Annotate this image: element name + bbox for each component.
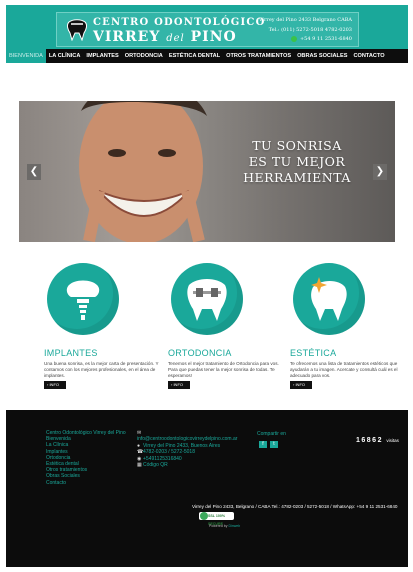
footer-links: Centro Odontológico Virrey del Pino Bien… [46,430,126,486]
feature-text: Una buena sonrisa, es la mejor carta de … [44,361,159,378]
caption-line-2: ES TU MEJOR [248,154,346,169]
header-whatsapp[interactable]: +54 9 11 2531-6840 [259,35,352,45]
header-phones: Tel.: (011) 5272-5018 4782-0203 [268,26,352,33]
caption-line-1: TU SONRISA [252,138,342,153]
slider-prev-button[interactable]: ❮ [27,164,41,180]
tooth-logo-icon [66,19,88,41]
visit-counter: 16862 visitas [356,437,399,444]
braces-tooth-icon [187,279,227,321]
nav-item-la-clinica[interactable]: LA CLÍNICA [46,49,84,63]
share-title: Compartir en [257,431,286,437]
nav-item-ortodoncia[interactable]: ORTODONCIA [122,49,166,63]
feature-icon-circle[interactable] [171,263,243,335]
logo-title-top: CENTRO ODONTOLÓGICO [93,17,266,28]
footer-contact: ✉ info@centroodontologicovirreydelpino.c… [137,430,237,468]
nav-item-contacto[interactable]: CONTACTO [350,49,387,63]
feature-text: Tenemos el mejor tratamiento de Ortodonc… [168,361,279,378]
feature-icon-circle[interactable] [293,263,365,335]
feature-title[interactable]: ORTODONCIA [168,348,232,358]
site-footer: Centro Odontológico Virrey del Pino Bien… [6,410,408,567]
feature-text: Te ofrecemos una lista de tratamientos e… [290,361,398,378]
footer-bottom-address: Virrey del Pino 2433, Belgrano / CABA Te… [192,504,398,509]
whatsapp-icon [290,35,297,42]
facebook-share-button[interactable]: f [259,441,267,448]
sparkle-tooth-icon [311,277,347,321]
logo[interactable]: CENTRO ODONTOLÓGICO VIRREY del PINO Virr… [56,12,359,47]
smiling-man-image [79,101,207,242]
logo-title-bottom: VIRREY del PINO [93,29,237,45]
header-address: Virrey del Pino 2433 Belgrano CABA [258,17,352,23]
feature-title[interactable]: IMPLANTES [44,348,98,358]
nav-item-otros-tratamientos[interactable]: OTROS TRATAMIENTOS [223,49,294,63]
powered-by: Powered by Dinweb [209,524,241,528]
site-header: CENTRO ODONTOLÓGICO VIRREY del PINO Virr… [6,5,408,49]
counter-value: 16862 [356,437,383,444]
footer-qr-row[interactable]: ▦Código QR [137,462,237,468]
implant-tooth-icon [66,280,100,320]
header-contact: Virrey del Pino 2433 Belgrano CABA Tel.:… [259,16,352,45]
feature-title[interactable]: ESTÉTICA [290,348,336,358]
page: CENTRO ODONTOLÓGICO VIRREY del PINO Virr… [6,5,408,567]
ssl-badge: SSL 100% SECURE [199,512,234,526]
slider-caption: TU SONRISA ES TU MEJOR HERRAMIENTA [227,138,367,186]
powered-by-link[interactable]: Dinweb [228,524,240,528]
counter-label: visitas [386,438,399,443]
main-nav: BIENVENIDA LA CLÍNICA IMPLANTES ORTODONC… [6,49,408,63]
footer-link-contacto[interactable]: Contacto [46,480,126,486]
nav-item-bienvenida[interactable]: BIENVENIDA [6,49,46,63]
ssl-lock-icon [200,512,208,520]
nav-item-obras-sociales[interactable]: OBRAS SOCIALES [294,49,350,63]
caption-line-3: HERRAMIENTA [243,170,351,185]
info-button[interactable]: › INFO [168,381,190,389]
info-button[interactable]: › INFO [44,381,66,389]
slider-next-button[interactable]: ❯ [373,164,387,180]
hero-slider: TU SONRISA ES TU MEJOR HERRAMIENTA ❮ ❯ [19,101,395,242]
info-button[interactable]: › INFO [290,381,312,389]
feature-icon-circle[interactable] [47,263,119,335]
footer-share: Compartir en f t [257,431,286,448]
nav-item-estetica-dental[interactable]: ESTÉTICA DENTAL [166,49,223,63]
nav-item-implantes[interactable]: IMPLANTES [83,49,121,63]
twitter-share-button[interactable]: t [270,441,278,448]
